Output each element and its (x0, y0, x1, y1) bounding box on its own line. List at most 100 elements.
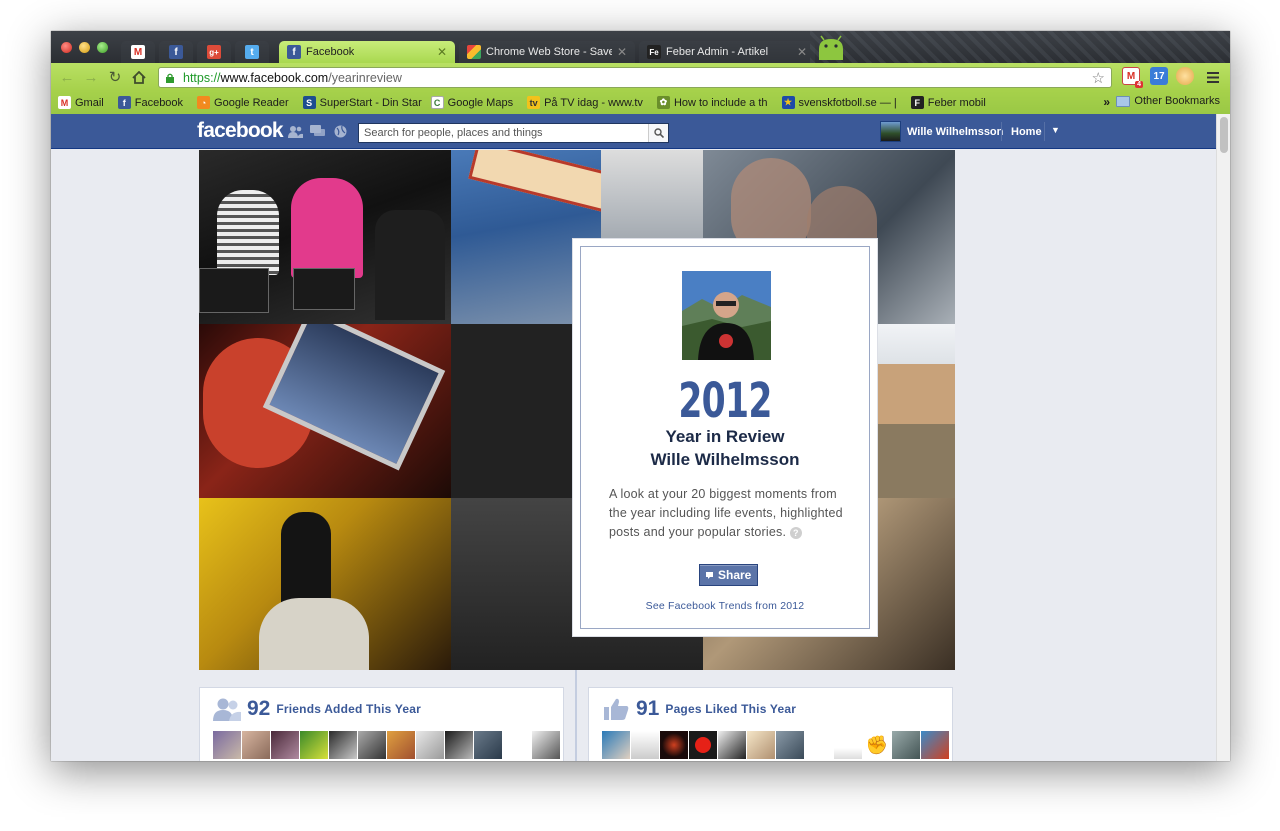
bookmarks-overflow-button[interactable]: » (1103, 95, 1110, 109)
friend-thumbnail[interactable] (300, 731, 328, 759)
friend-thumbnail[interactable] (242, 731, 270, 759)
scrollbar-thumb[interactable] (1220, 117, 1228, 153)
pages-liked-box: 91 Pages Liked This Year ✊ (588, 687, 953, 761)
tab-chrome-web-store[interactable]: Chrome Web Store - Save to ✕ (459, 41, 635, 63)
pinned-tab-google-plus[interactable]: g+ (197, 41, 231, 63)
pinned-tab-gmail[interactable]: M (121, 41, 155, 63)
facebook-search-input[interactable]: Search for people, places and things (358, 123, 669, 143)
collage-photo[interactable] (199, 150, 451, 324)
gmail-extension-button[interactable]: M 4 (1122, 67, 1143, 88)
account-menu-caret-icon[interactable]: ▼ (1051, 125, 1060, 135)
home-button[interactable] (127, 65, 151, 89)
bookmark-google-maps[interactable]: C Google Maps (424, 96, 520, 109)
page-thumbnail[interactable] (892, 731, 920, 759)
friend-thumbnail[interactable] (271, 731, 299, 759)
maps-icon: C (430, 96, 444, 109)
tab-close-icon[interactable]: ✕ (797, 45, 807, 59)
avatar (880, 121, 901, 142)
share-button[interactable]: Share (699, 564, 759, 586)
gmail-unread-badge: 4 (1135, 81, 1143, 88)
zoom-window-button[interactable] (97, 42, 108, 53)
twitter-icon: t (245, 45, 259, 59)
bookmark-superstart[interactable]: S SuperStart - Din Star (296, 96, 424, 109)
facebook-logo[interactable]: facebook (197, 119, 284, 143)
friend-requests-icon[interactable] (288, 125, 303, 138)
page-thumbnail[interactable] (689, 731, 717, 759)
chrome-menu-button[interactable] (1201, 65, 1225, 89)
other-bookmarks-folder[interactable]: Other Bookmarks (1116, 95, 1220, 107)
forward-button[interactable]: → (79, 65, 103, 89)
profile-link[interactable]: Wille Wilhelmsson (880, 121, 1003, 142)
card-frame: 2012 Year in Review Wille Wilhelmsson A … (580, 246, 870, 629)
bookmark-svenskfotboll[interactable]: ★ svenskfotboll.se — | (775, 96, 904, 109)
url-host: www.facebook.com (220, 70, 329, 85)
tab-title: Chrome Web Store - Save to (486, 46, 612, 58)
facebook-icon: f (287, 45, 301, 59)
card-title-line: Year in Review (665, 427, 785, 446)
tab-feber-admin[interactable]: Fe Feber Admin - Artikel ✕ (639, 41, 815, 63)
nav-divider (1001, 122, 1002, 141)
home-link[interactable]: Home (1011, 126, 1042, 138)
help-icon[interactable]: ? (789, 526, 802, 539)
card-description: A look at your 20 biggest moments from t… (609, 485, 849, 542)
friend-thumbnail[interactable] (213, 731, 241, 759)
bookmark-google-reader[interactable]: ◔ Google Reader (190, 96, 296, 109)
share-label: Share (718, 568, 752, 582)
page-scrollbar[interactable] (1216, 114, 1230, 761)
notifications-globe-icon[interactable] (333, 125, 348, 138)
back-button[interactable]: ← (55, 65, 79, 89)
page-thumbnail[interactable]: ✊ (863, 731, 891, 759)
friend-thumbnail[interactable] (387, 731, 415, 759)
bookmark-label: Google Reader (214, 96, 289, 109)
cookie-extension-icon[interactable] (1176, 67, 1194, 85)
messages-icon[interactable] (310, 125, 325, 138)
tab-close-icon[interactable]: ✕ (437, 45, 447, 59)
bookmark-label: Google Maps (447, 96, 514, 109)
address-bar[interactable]: https:// www.facebook.com /yearinreview … (158, 67, 1112, 88)
close-window-button[interactable] (61, 42, 72, 53)
page-thumbnail[interactable] (834, 731, 862, 759)
page-thumbnail[interactable] (776, 731, 804, 759)
tab-facebook[interactable]: f Facebook ✕ (279, 41, 455, 63)
page-thumbnail[interactable] (660, 731, 688, 759)
bookmark-pa-tv-idag[interactable]: tv På TV idag - www.tv (520, 96, 650, 109)
bookmark-how-to-include[interactable]: ✿ How to include a th (650, 96, 775, 109)
page-thumbnail[interactable] (602, 731, 630, 759)
minimize-window-button[interactable] (79, 42, 90, 53)
friend-thumbnail[interactable] (474, 731, 502, 759)
friend-thumbnail[interactable] (532, 731, 560, 759)
page-thumbnail[interactable] (631, 731, 659, 759)
other-bookmarks-label: Other Bookmarks (1134, 95, 1220, 107)
bookmark-feber-mobil[interactable]: F Feber mobil (904, 96, 993, 109)
bookmark-label: På TV idag - www.tv (544, 96, 643, 109)
page-thumbnail[interactable] (921, 731, 949, 759)
friend-thumbnail[interactable] (329, 731, 357, 759)
friend-thumbnail[interactable] (416, 731, 444, 759)
friend-thumbnail[interactable] (445, 731, 473, 759)
bookmark-label: Feber mobil (927, 96, 986, 109)
friend-thumbnail[interactable] (358, 731, 386, 759)
trends-link[interactable]: See Facebook Trends from 2012 (581, 600, 869, 612)
bookmark-star-icon[interactable]: ☆ (1092, 69, 1105, 87)
page-thumbnail[interactable] (718, 731, 746, 759)
lock-icon (166, 73, 174, 83)
pinned-tab-facebook[interactable]: f (159, 41, 193, 63)
thumbs-up-icon (604, 698, 629, 720)
reload-button[interactable]: ↻ (103, 65, 127, 89)
friends-added-header[interactable]: 92 Friends Added This Year (213, 697, 421, 721)
profile-photo[interactable] (682, 271, 771, 360)
pinned-tab-twitter[interactable]: t (235, 41, 269, 63)
search-button[interactable] (648, 124, 668, 142)
page-thumbnail[interactable] (747, 731, 775, 759)
calendar-badge: 17 (1153, 70, 1165, 82)
bookmark-facebook[interactable]: f Facebook (111, 96, 190, 109)
calendar-extension-button[interactable]: 17 (1150, 67, 1168, 85)
collage-photo[interactable] (199, 498, 451, 670)
tab-close-icon[interactable]: ✕ (617, 45, 627, 59)
collage-photo[interactable] (199, 324, 451, 498)
bookmark-label: How to include a th (673, 96, 768, 109)
browser-toolbar: ← → ↻ https:// www.facebook.com /yearinr… (51, 63, 1230, 91)
pages-liked-header[interactable]: 91 Pages Liked This Year (602, 697, 796, 721)
year-heading: 2012 (678, 373, 772, 429)
bookmark-gmail[interactable]: M Gmail (51, 96, 111, 109)
